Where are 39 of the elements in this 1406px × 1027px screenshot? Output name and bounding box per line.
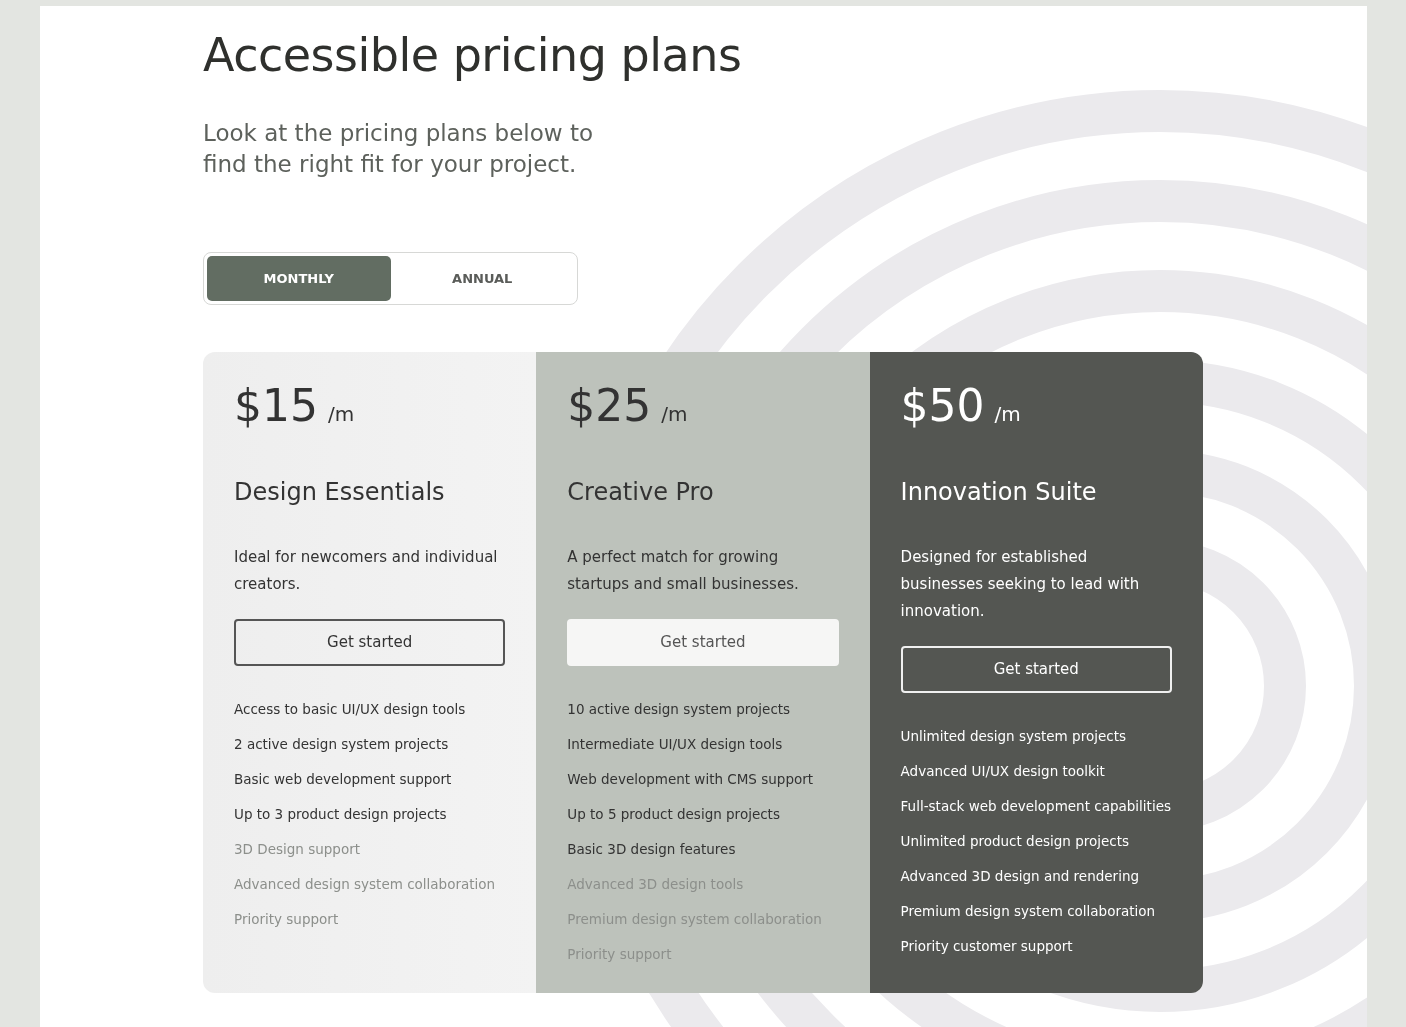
feature-item: Advanced design system collaboration	[234, 875, 497, 895]
feature-item: Web development with CMS support	[567, 770, 815, 790]
plan-description: A perfect match for growing startups and small businesses.	[567, 547, 800, 596]
plan-price: $50	[900, 382, 985, 431]
feature-item: Unlimited product design projects	[900, 832, 1131, 852]
get-started-button[interactable]: Get started	[567, 619, 839, 667]
feature-item: Up to 5 product design projects	[567, 805, 781, 825]
get-started-button[interactable]: Get started	[234, 619, 506, 667]
billing-tab[interactable]: MONTHLY	[207, 256, 391, 302]
get-started-button[interactable]: Get started	[900, 646, 1172, 694]
plan-price: $25	[567, 382, 652, 431]
plan-name: Innovation Suite	[900, 477, 1098, 509]
feature-item: Access to basic UI/UX design tools	[234, 700, 467, 720]
plan-name: Design Essentials	[234, 477, 446, 509]
price-period: /m	[994, 401, 1021, 429]
feature-item: 3D Design support	[234, 840, 361, 860]
plan-price: $15	[234, 382, 318, 431]
plan-name: Creative Pro	[567, 477, 715, 509]
feature-item: Intermediate UI/UX design tools	[567, 735, 784, 755]
feature-item: Unlimited design system projects	[900, 727, 1127, 747]
price-period: /m	[661, 401, 688, 429]
feature-item: Basic web development support	[234, 770, 453, 790]
feature-item: Priority support	[234, 910, 340, 930]
feature-item: 2 active design system projects	[234, 735, 450, 755]
feature-item: Basic 3D design features	[567, 840, 737, 860]
plan-description: Designed for established businesses seeking to lead with innovation.	[900, 547, 1141, 623]
feature-item: Full-stack web development capabilities	[900, 797, 1172, 817]
feature-item: Advanced UI/UX design toolkit	[900, 762, 1106, 782]
page-subtitle: Look at the pricing plans below to find the right fit for your project.	[203, 119, 594, 180]
billing-toggle[interactable]: MONTHLY ANNUAL	[203, 252, 578, 306]
feature-item: Premium design system collaboration	[900, 902, 1157, 922]
page-title: Accessible pricing plans	[203, 28, 743, 84]
price-period: /m	[328, 401, 355, 429]
feature-item: Priority customer support	[900, 937, 1074, 957]
billing-tab[interactable]: ANNUAL	[390, 256, 574, 302]
plan-description: Ideal for newcomers and individual creators.	[234, 547, 499, 596]
feature-item: Advanced 3D design and rendering	[900, 867, 1141, 887]
feature-item: Up to 3 product design projects	[234, 805, 448, 825]
feature-item: 10 active design system projects	[567, 700, 792, 720]
